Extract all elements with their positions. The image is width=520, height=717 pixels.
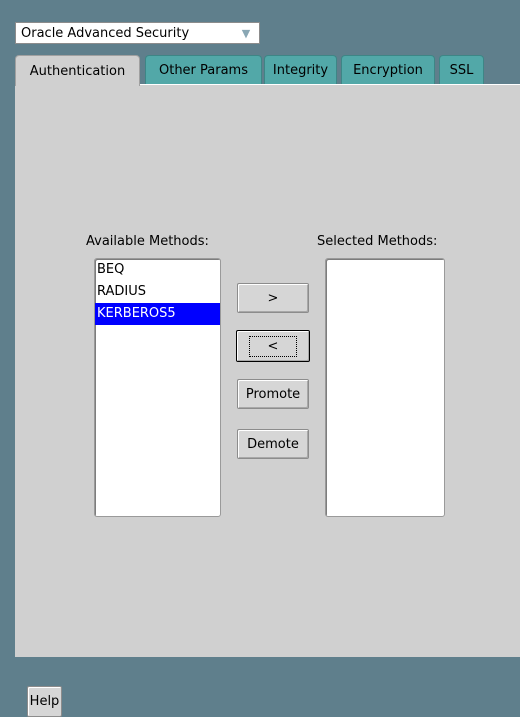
module-select-value: Oracle Advanced Security (21, 25, 190, 41)
selected-methods-list[interactable] (325, 258, 445, 517)
tab-ssl[interactable]: SSL (439, 55, 484, 84)
window-frame: Oracle Advanced Security ▼ Authenticatio… (0, 0, 520, 717)
chevron-down-icon[interactable]: ▼ (233, 23, 259, 43)
demote-button[interactable]: Demote (237, 429, 309, 459)
tab-authentication[interactable]: Authentication (15, 55, 140, 86)
available-methods-label: Available Methods: (86, 234, 209, 249)
tab-label: SSL (449, 62, 474, 78)
list-item[interactable]: RADIUS (95, 281, 220, 303)
module-select[interactable]: Oracle Advanced Security ▼ (15, 22, 260, 44)
button-label: Demote (247, 436, 299, 452)
selected-methods-label: Selected Methods: (317, 234, 438, 249)
tab-label: Integrity (272, 62, 329, 78)
help-button[interactable]: Help (27, 686, 62, 717)
button-label: > (267, 290, 279, 306)
tab-other-params[interactable]: Other Params (145, 55, 262, 84)
tab-integrity[interactable]: Integrity (264, 55, 337, 84)
tab-encryption[interactable]: Encryption (341, 55, 435, 84)
list-item[interactable]: KERBEROS5 (95, 303, 220, 325)
authentication-panel: Available Methods: Selected Methods: BEQ… (15, 84, 520, 657)
button-label: Help (29, 694, 60, 709)
tab-label: Authentication (29, 63, 126, 79)
tab-label: Encryption (353, 62, 423, 78)
remove-method-button[interactable]: < (236, 330, 310, 362)
list-item[interactable]: BEQ (95, 259, 220, 281)
promote-button[interactable]: Promote (237, 379, 309, 409)
add-method-button[interactable]: > (237, 283, 309, 313)
available-methods-list[interactable]: BEQ RADIUS KERBEROS5 (94, 258, 221, 517)
button-label: Promote (245, 386, 301, 402)
button-label: < (248, 335, 298, 357)
tab-label: Other Params (158, 62, 248, 78)
